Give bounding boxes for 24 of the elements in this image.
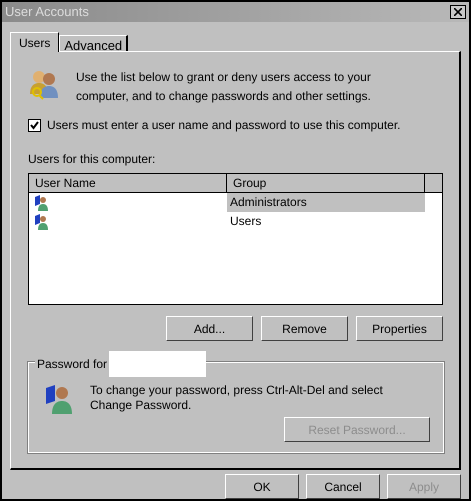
group-cell[interactable]: Administrators bbox=[227, 193, 425, 212]
tab[interactable]: Users bbox=[10, 32, 60, 52]
dialog-button[interactable]: Cancel bbox=[306, 474, 380, 499]
close-button[interactable] bbox=[450, 5, 466, 19]
column-header[interactable]: User Name bbox=[29, 174, 227, 192]
window-title: User Accounts bbox=[5, 3, 89, 22]
dialog-button[interactable]: OK bbox=[225, 474, 299, 499]
dialog-button[interactable]: Add... bbox=[166, 316, 253, 341]
users-icon bbox=[28, 68, 60, 100]
user-icon bbox=[34, 214, 50, 230]
tab[interactable]: Advanced bbox=[59, 35, 128, 51]
password-message: To change your password, press Ctrl-Alt-Del and select Change Password. bbox=[90, 383, 384, 414]
column-header[interactable]: Group bbox=[227, 174, 425, 192]
list-label: Users for this computer: bbox=[28, 151, 156, 168]
user-icon bbox=[34, 194, 50, 210]
check-icon bbox=[30, 120, 39, 130]
login-checkbox[interactable]: Users must enter a user name and password to use this computer. bbox=[28, 116, 443, 134]
close-icon bbox=[454, 8, 462, 16]
intro-text: Use the list below to grant or deny users access to your computer, and to change passwords and other settings. bbox=[76, 69, 372, 105]
column-header bbox=[425, 174, 442, 192]
dialog-button[interactable]: Remove bbox=[261, 316, 348, 341]
users-list[interactable]: User Name Group Administrators Users bbox=[28, 173, 443, 305]
dialog-button[interactable]: Properties bbox=[356, 316, 443, 341]
group-legend: Password for bbox=[35, 355, 110, 373]
